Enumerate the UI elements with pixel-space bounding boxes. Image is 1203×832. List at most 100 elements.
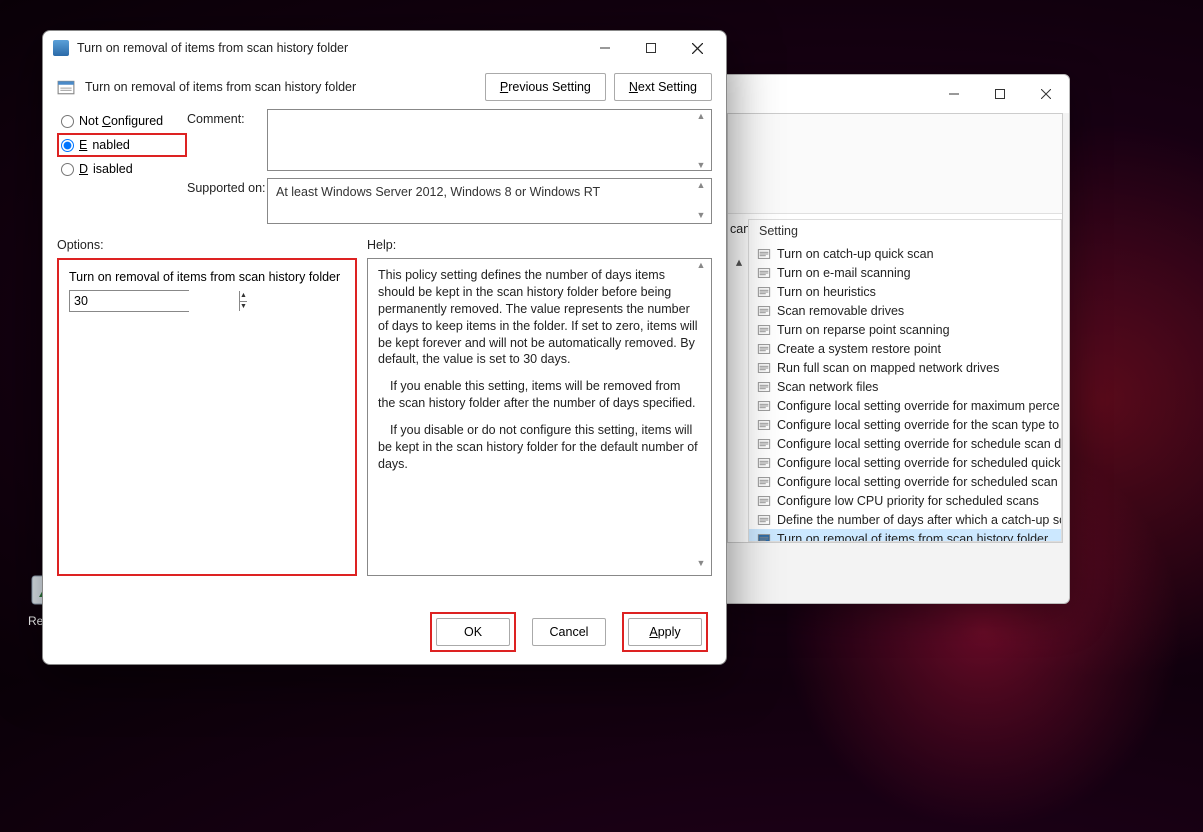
settings-item[interactable]: Configure low CPU priority for scheduled… [749,491,1061,510]
dialog-title: Turn on removal of items from scan histo… [77,41,582,55]
policy-item-icon [757,494,771,508]
policy-item-icon [757,456,771,470]
settings-item-label: Configure local setting override for sch… [777,456,1061,470]
policy-item-icon [757,437,771,451]
settings-item[interactable]: Run full scan on mapped network drives [749,358,1061,377]
radio-not-configured-input[interactable] [61,115,74,128]
policy-item-icon [757,418,771,432]
settings-item[interactable]: Scan removable drives [749,301,1061,320]
help-p2: If you enable this setting, items will b… [378,378,701,412]
policy-item-icon [757,285,771,299]
settings-item-label: Turn on removal of items from scan histo… [777,532,1048,543]
settings-item[interactable]: Configure local setting override for sch… [749,434,1061,453]
settings-item[interactable]: Configure local setting override for sch… [749,453,1061,472]
radio-enabled[interactable]: Enabled [57,133,187,157]
ok-button[interactable]: OK [436,618,510,646]
radio-disabled-label: isabled [93,162,133,176]
settings-item[interactable]: Turn on catch-up quick scan [749,244,1061,263]
spinner-down-icon[interactable]: ▼ [240,302,247,312]
settings-item-label: Configure local setting override for max… [777,399,1060,413]
policy-item-icon [757,361,771,375]
radio-enabled-e: E [79,138,87,152]
policy-item-icon [757,532,771,543]
option-title: Turn on removal of items from scan histo… [69,270,345,284]
settings-item-label: Turn on e-mail scanning [777,266,911,280]
splitter-up-icon[interactable]: ▴ [732,254,746,272]
settings-item[interactable]: Configure local setting override for sch… [749,472,1061,491]
settings-column-header[interactable]: Setting [749,220,1061,242]
dialog-subtitle: Turn on removal of items from scan histo… [85,80,475,94]
days-spinner-input[interactable] [70,291,239,311]
settings-panel: Setting Turn on catch-up quick scan Turn … [748,219,1062,542]
supported-on-value: At least Windows Server 2012, Windows 8 … [267,178,712,224]
dialog-maximize-button[interactable] [628,33,674,63]
options-label: Options: [57,238,357,252]
settings-item-label: Create a system restore point [777,342,941,356]
bg-minimize-button[interactable] [931,79,977,109]
help-scroll-up-icon[interactable]: ▲ [696,260,706,270]
settings-item[interactable]: Configure local setting override for the… [749,415,1061,434]
settings-item[interactable]: Scan network files [749,377,1061,396]
settings-item-label: Configure low CPU priority for scheduled… [777,494,1039,508]
settings-item-label: Run full scan on mapped network drives [777,361,999,375]
settings-item-label: Turn on heuristics [777,285,876,299]
radio-disabled-input[interactable] [61,163,74,176]
dialog-minimize-button[interactable] [582,33,628,63]
policy-item-icon [757,399,771,413]
next-setting-button[interactable]: Next Setting [614,73,712,101]
settings-item[interactable]: Define the number of days after which a … [749,510,1061,529]
supported-scroll-up-icon[interactable]: ▲ [696,180,706,190]
ok-button-highlight: OK [430,612,516,652]
policy-item-icon [757,247,771,261]
radio-enabled-input[interactable] [61,139,74,152]
settings-item[interactable]: Turn on e-mail scanning [749,263,1061,282]
dialog-close-button[interactable] [674,33,720,63]
dialog-titlebar[interactable]: Turn on removal of items from scan histo… [43,31,726,65]
settings-item[interactable]: Create a system restore point [749,339,1061,358]
settings-item[interactable]: Configure local setting override for max… [749,396,1061,415]
radio-disabled[interactable]: Disabled [57,157,187,181]
help-p3: If you disable or do not configure this … [378,422,701,473]
policy-item-icon [757,380,771,394]
previous-setting-button[interactable]: Previous Setting [485,73,606,101]
policy-item-icon [757,475,771,489]
bg-window-titlebar[interactable] [721,75,1069,113]
supported-on-label: Supported on: [187,178,267,195]
radio-disabled-d: D [79,162,88,176]
apply-button-highlight: Apply [622,612,708,652]
help-text-box: This policy setting defines the number o… [367,258,712,576]
cancel-button[interactable]: Cancel [532,618,606,646]
comment-textarea[interactable] [267,109,712,171]
settings-item[interactable]: Turn on removal of items from scan histo… [749,529,1061,542]
settings-item-label: Turn on catch-up quick scan [777,247,934,261]
settings-item[interactable]: Turn on heuristics [749,282,1061,301]
help-label: Help: [367,238,712,252]
supported-scroll-down-icon[interactable]: ▼ [696,210,706,220]
settings-item[interactable]: Turn on reparse point scanning [749,320,1061,339]
app-icon [53,40,69,56]
settings-item-label: Scan network files [777,380,878,394]
help-p1: This policy setting defines the number o… [378,267,701,368]
bg-close-button[interactable] [1023,79,1069,109]
options-box: Turn on removal of items from scan histo… [57,258,357,576]
apply-button[interactable]: Apply [628,618,702,646]
radio-not-configured[interactable]: Not Configured [57,109,187,133]
spinner-up-icon[interactable]: ▲ [240,291,247,302]
help-scroll-down-icon[interactable]: ▼ [696,558,706,568]
policy-setting-dialog: Turn on removal of items from scan histo… [42,30,727,665]
bg-ribbon-area [728,114,1062,214]
policy-item-icon [757,266,771,280]
settings-item-label: Scan removable drives [777,304,904,318]
comment-scroll-up-icon[interactable]: ▲ [696,111,706,121]
radio-enabled-label: nabled [92,138,130,152]
settings-item-label: Define the number of days after which a … [777,513,1062,527]
comment-scroll-down-icon[interactable]: ▼ [696,160,706,170]
policy-item-icon [757,304,771,318]
splitter-down-icon[interactable]: ▾ [732,542,746,543]
days-spinner[interactable]: ▲ ▼ [69,290,189,312]
settings-item-label: Configure local setting override for the… [777,418,1059,432]
bg-maximize-button[interactable] [977,79,1023,109]
policy-item-icon [757,342,771,356]
group-policy-editor-window: can ▴ ▾ Setting Turn on catch-up quick s… [720,74,1070,604]
comment-label: Comment: [187,109,267,126]
